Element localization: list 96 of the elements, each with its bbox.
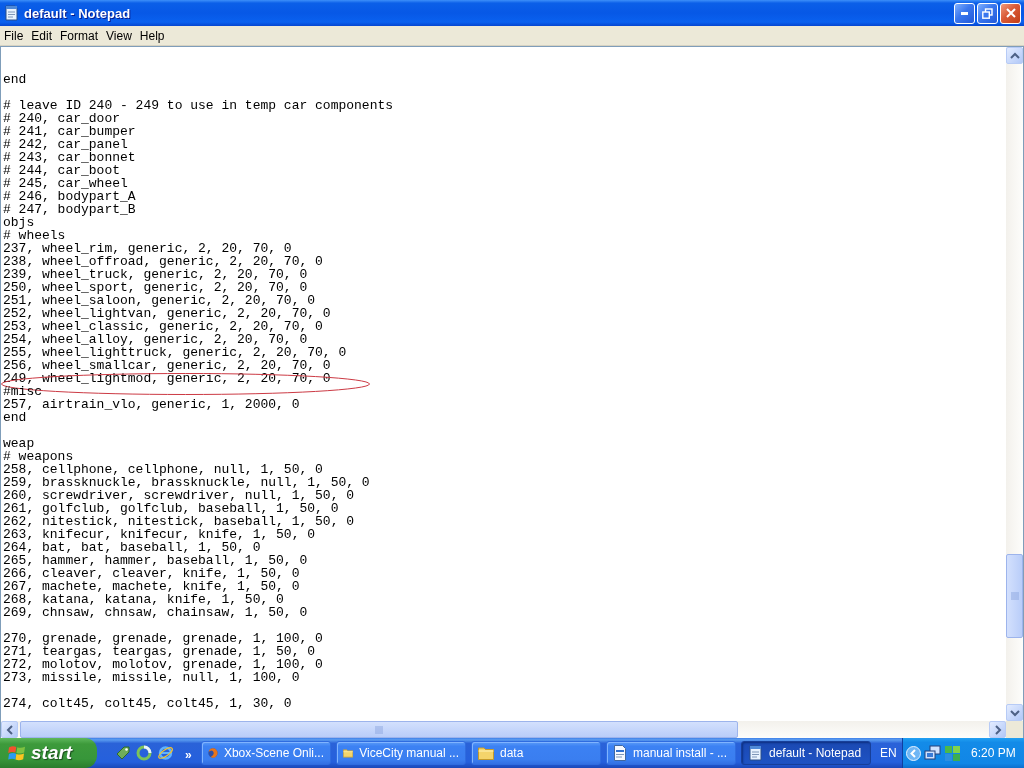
quick-launch-more[interactable]: »	[185, 748, 192, 762]
text-line: 267, machete, machete, knife, 1, 50, 0	[3, 580, 300, 593]
ringed-globe-icon	[157, 745, 174, 761]
text-line: 273, missile, missile, null, 1, 100, 0	[3, 671, 300, 684]
text-line: 238, wheel_offroad, generic, 2, 20, 70, 0	[3, 255, 323, 268]
text-line: 269, chnsaw, chnsaw, chainsaw, 1, 50, 0	[3, 606, 308, 619]
text-line: # 242, car_panel	[3, 138, 128, 151]
text-line: 263, knifecur, knifecur, knife, 1, 50, 0	[3, 528, 316, 541]
start-button[interactable]: start	[0, 738, 97, 768]
text-line: # 240, car_door	[3, 112, 121, 125]
minimize-button[interactable]	[954, 2, 975, 24]
taskbar-button[interactable]: manual install - ...	[606, 741, 736, 765]
chevron-up-icon	[1009, 51, 1020, 60]
chevron-left-icon[interactable]	[906, 745, 921, 761]
restore-icon	[982, 7, 993, 19]
quick-launch-button[interactable]	[157, 745, 174, 761]
text-line: 256, wheel_smallcar, generic, 2, 20, 70, 0	[3, 359, 331, 372]
text-line: 271, teargas, teargas, grenade, 1, 50, 0	[3, 645, 316, 658]
close-icon	[1005, 8, 1016, 18]
vertical-scrollbar[interactable]	[1006, 47, 1023, 721]
taskbar-button[interactable]: data	[471, 741, 601, 765]
text-line: 237, wheel_rim, generic, 2, 20, 70, 0	[3, 242, 292, 255]
text-line: 274, colt45, colt45, colt45, 1, 30, 0	[3, 697, 292, 710]
text-editor[interactable]	[1, 47, 1006, 721]
chevron-left-icon	[5, 724, 14, 735]
text-line: 261, golfclub, golfclub, baseball, 1, 50, 0	[3, 502, 339, 515]
text-line: 250, wheel_sport, generic, 2, 20, 70, 0	[3, 281, 308, 294]
text-line: 272, molotov, molotov, grenade, 1, 100, 0	[3, 658, 323, 671]
scroll-down-button[interactable]	[1006, 704, 1023, 721]
text-line: 260, screwdriver, screwdriver, null, 1, 50, 0	[3, 489, 355, 502]
grip-icon	[375, 725, 383, 734]
tag-icon	[115, 745, 131, 761]
window-title: default - Notepad	[24, 5, 131, 21]
text-line: 253, wheel_classic, generic, 2, 20, 70, 0	[3, 320, 323, 333]
flag-icon	[8, 744, 26, 762]
taskbar-button[interactable]: Xbox-Scene Onli...	[201, 741, 331, 765]
quick-launch-button[interactable]	[115, 745, 131, 761]
chevron-right-icon	[993, 724, 1002, 735]
text-line: # weapons	[3, 450, 74, 463]
menu-item[interactable]: View	[102, 27, 136, 44]
text-line: # leave ID 240 - 249 to use in temp car components	[3, 99, 394, 112]
grip-icon	[1010, 592, 1019, 600]
text-line: 268, katana, katana, knife, 1, 50, 0	[3, 593, 284, 606]
text-line: # wheels	[3, 229, 66, 242]
text-line: weap	[3, 437, 35, 450]
scrollbar-thumb[interactable]	[1006, 554, 1023, 638]
language-indicator[interactable]: EN	[880, 746, 902, 760]
notepad-icon	[4, 5, 19, 21]
text-line: 259, brassknuckle, brassknuckle, null, 1, 50, 0	[3, 476, 370, 489]
folder-icon	[478, 746, 494, 760]
scroll-right-button[interactable]	[989, 721, 1006, 738]
scrollbar-thumb[interactable]	[20, 721, 738, 738]
text-line: 262, nitestick, nitestick, baseball, 1, 50, 0	[3, 515, 355, 528]
text-line: 270, grenade, grenade, grenade, 1, 100, 0	[3, 632, 323, 645]
minimize-icon	[961, 11, 968, 15]
text-line: 249, wheel_lightmod, generic, 2, 20, 70, 0	[3, 372, 331, 385]
menu-item[interactable]: Help	[135, 27, 169, 44]
text-line: 257, airtrain_vlo, generic, 1, 2000, 0	[3, 398, 300, 411]
clock: 6:20 PM	[971, 746, 1016, 760]
text-line: # 247, bodypart_B	[3, 203, 136, 216]
text-line: 254, wheel_alloy, generic, 2, 20, 70, 0	[3, 333, 308, 346]
close-button[interactable]	[1000, 2, 1021, 24]
text-line: # 246, bodypart_A	[3, 190, 136, 203]
text-line: # 245, car_wheel	[3, 177, 128, 190]
text-line: 239, wheel_truck, generic, 2, 20, 70, 0	[3, 268, 308, 281]
text-line: 258, cellphone, cellphone, null, 1, 50, 0	[3, 463, 323, 476]
folder-icon	[343, 746, 354, 760]
network-icon[interactable]	[924, 745, 942, 761]
menu-item[interactable]: Edit	[27, 27, 57, 44]
chevron-down-icon	[1009, 708, 1020, 717]
text-line: end	[3, 411, 27, 424]
quick-launch-button[interactable]	[136, 745, 152, 761]
menu-item[interactable]: File	[0, 27, 28, 44]
text-line: 255, wheel_lighttruck, generic, 2, 20, 70, 0	[3, 346, 347, 359]
text-line: end	[3, 73, 27, 86]
text-line: 266, cleaver, cleaver, knife, 1, 50, 0	[3, 567, 300, 580]
text-line: 251, wheel_saloon, generic, 2, 20, 70, 0	[3, 294, 316, 307]
text-line: objs	[3, 216, 35, 229]
text-line: 264, bat, bat, baseball, 1, 50, 0	[3, 541, 261, 554]
horizontal-scrollbar[interactable]	[1, 721, 1006, 738]
taskbar-button[interactable]: default - Notepad	[741, 741, 871, 765]
ring-icon	[136, 745, 152, 761]
notepad-icon	[748, 745, 763, 761]
text-line: #misc	[3, 385, 42, 398]
restore-button[interactable]	[977, 2, 998, 24]
document-icon	[613, 745, 627, 761]
text-line: 252, wheel_lightvan, generic, 2, 20, 70, 0	[3, 307, 331, 320]
text-line: # 241, car_bumper	[3, 125, 136, 138]
text-line: 265, hammer, hammer, baseball, 1, 50, 0	[3, 554, 308, 567]
scroll-left-button[interactable]	[1, 721, 18, 738]
text-line: # 243, car_bonnet	[3, 151, 136, 164]
scroll-up-button[interactable]	[1006, 47, 1023, 64]
taskbar-button[interactable]: ViceCity manual ...	[336, 741, 466, 765]
globe-icon	[208, 745, 218, 761]
text-line: # 244, car_boot	[3, 164, 121, 177]
menu-item[interactable]: Format	[56, 27, 103, 44]
